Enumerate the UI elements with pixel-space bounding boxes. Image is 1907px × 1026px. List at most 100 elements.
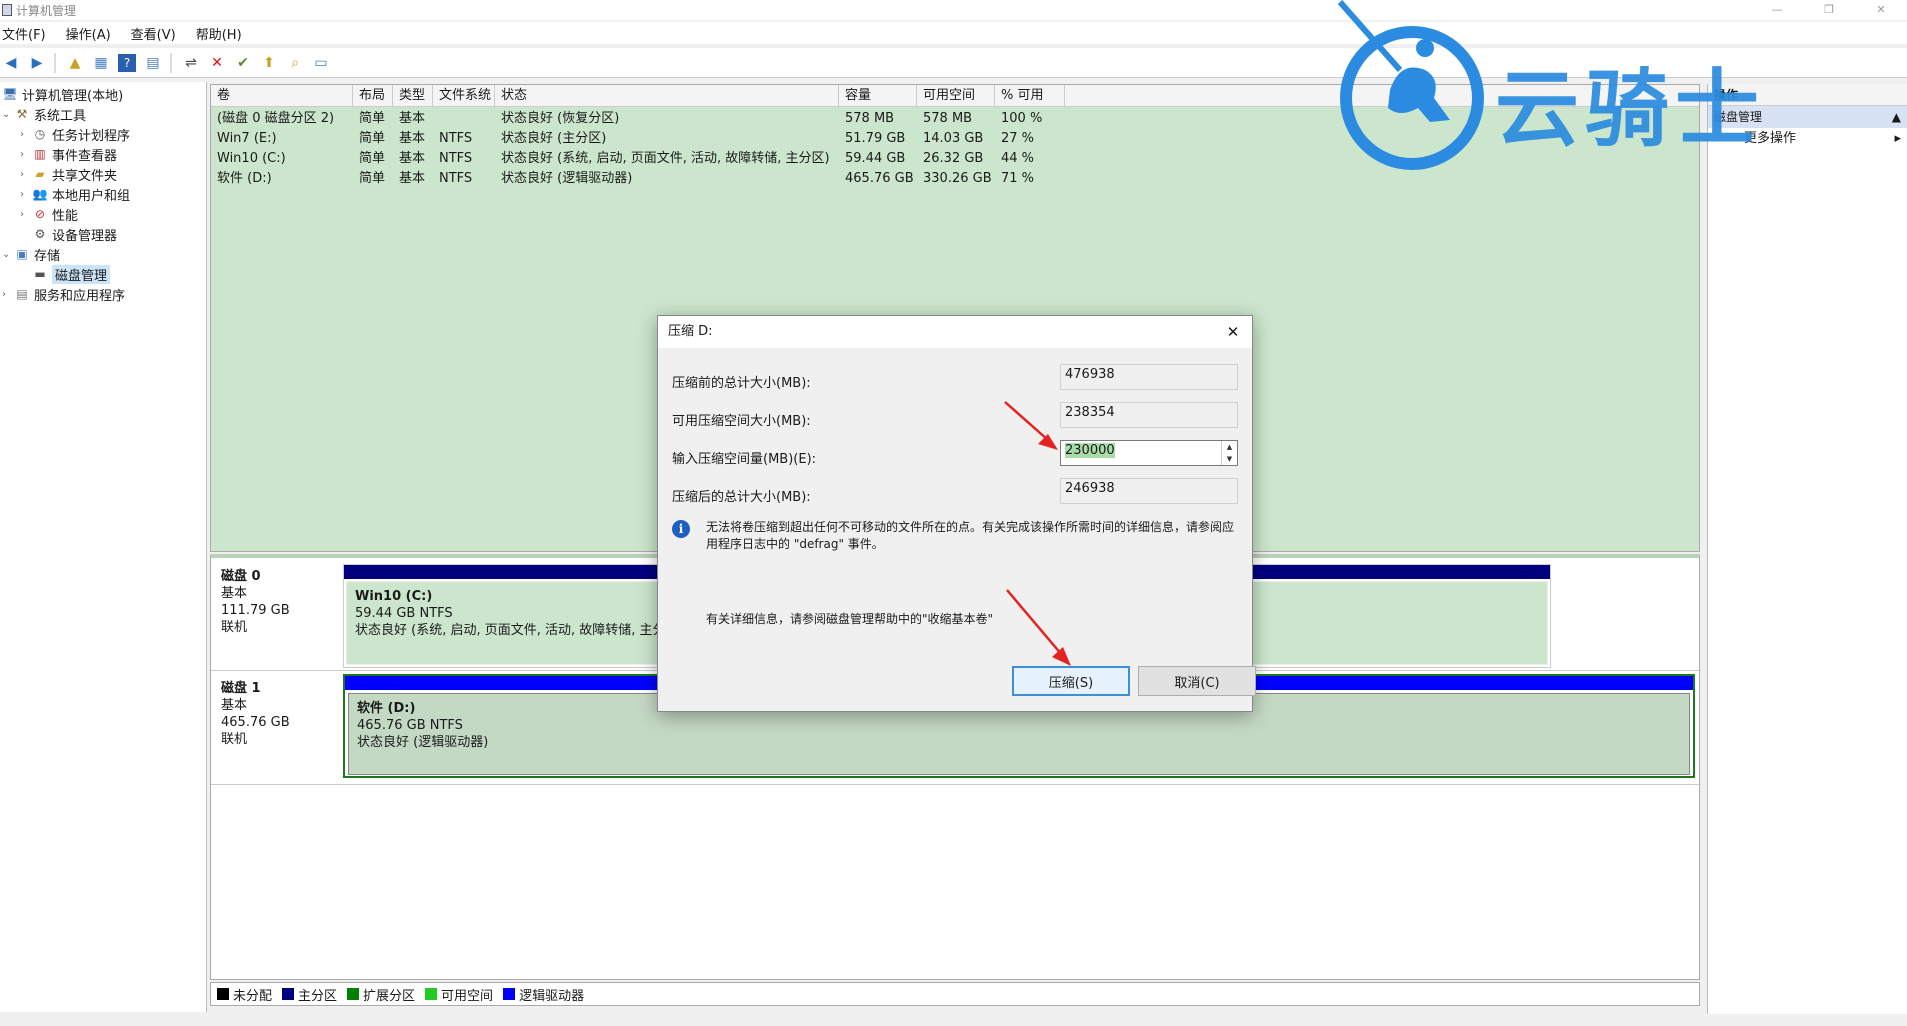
event-log-icon: ▥ — [34, 147, 46, 161]
delete-icon[interactable]: ✕ — [208, 54, 226, 72]
disk-name: 磁盘 0 — [221, 569, 261, 584]
search-folder-icon[interactable]: ⌕ — [286, 54, 304, 72]
tree-node-storage[interactable]: ⌄ ▣ 存储 — [2, 244, 60, 264]
help-icon[interactable]: ? — [118, 53, 136, 72]
device-manager-icon: ⚙ — [34, 227, 46, 241]
performance-icon: ⊘ — [34, 207, 46, 221]
legend-logical: 逻辑驱动器 — [519, 988, 585, 1004]
extended-partition-swatch — [347, 988, 360, 1000]
navigation-tree: 🖥 计算机管理(本地) ⌄ ⚒ 系统工具 › ◷ 任务计划程序 › ▥ 事件查看… — [0, 82, 207, 1012]
menu-help[interactable]: 帮助(H) — [196, 24, 242, 43]
tree-node-shared-folders[interactable]: › ▰ 共享文件夹 — [20, 164, 117, 184]
watermark-text: 云骑士 — [1495, 60, 1766, 158]
menu-view[interactable]: 查看(V) — [131, 24, 176, 43]
chevron-right-icon[interactable]: › — [20, 169, 32, 180]
col-percent-free[interactable]: % 可用 — [995, 85, 1065, 107]
legend-primary: 主分区 — [298, 988, 338, 1004]
watermark-logo: 云骑士 — [1330, 0, 1890, 170]
toolbar-separator — [170, 52, 172, 73]
checklist-icon[interactable]: ✔ — [234, 54, 252, 72]
chevron-right-icon[interactable]: › — [20, 209, 32, 220]
chevron-right-icon[interactable]: › — [2, 289, 14, 300]
window-title: 计算机管理 — [16, 3, 77, 18]
forward-arrow-icon[interactable]: ▶ — [28, 54, 46, 72]
properties-icon[interactable]: ▤ — [144, 54, 162, 72]
computer-icon: 🖥 — [2, 87, 18, 101]
tree-node-performance[interactable]: › ⊘ 性能 — [20, 204, 78, 224]
col-capacity[interactable]: 容量 — [839, 85, 917, 107]
menu-file[interactable]: 文件(F) — [2, 24, 46, 43]
connect-icon[interactable]: ⇌ — [182, 54, 200, 72]
col-status[interactable]: 状态 — [495, 85, 839, 107]
table-row[interactable]: 软件 (D:) 简单 基本 NTFS 状态良好 (逻辑驱动器) 465.76 G… — [211, 169, 1699, 189]
dialog-close-button[interactable]: ✕ — [1220, 316, 1246, 348]
chevron-down-icon[interactable]: ⌄ — [2, 249, 14, 260]
available-field: 238354 — [1060, 402, 1238, 428]
tree-node-device-manager[interactable]: ⚙ 设备管理器 — [32, 224, 117, 244]
tree-node-event-viewer[interactable]: › ▥ 事件查看器 — [20, 144, 117, 164]
shrink-amount-label: 输入压缩空间量(MB)(E): — [672, 452, 817, 467]
actions-pane: 操作 磁盘管理 ▲ 更多操作 ▸ — [1707, 84, 1907, 1014]
col-free-space[interactable]: 可用空间 — [917, 85, 995, 107]
partition-size: 465.76 GB NTFS — [357, 718, 463, 733]
tree-node-local-users[interactable]: › 👥 本地用户和组 — [20, 184, 130, 204]
free-space-swatch — [425, 988, 438, 1000]
disk-management-icon: ▬ — [34, 267, 46, 281]
unallocated-swatch — [217, 988, 229, 1000]
tree-node-system-tools[interactable]: ⌄ ⚒ 系统工具 — [2, 104, 86, 124]
tree-node-root[interactable]: 🖥 计算机管理(本地) — [2, 84, 123, 104]
col-filesystem[interactable]: 文件系统 — [433, 85, 495, 107]
cancel-button[interactable]: 取消(C) — [1138, 666, 1256, 696]
back-arrow-icon[interactable]: ◀ — [2, 54, 20, 72]
disk-0-label[interactable]: 磁盘 0 基本 111.79 GB 联机 — [211, 568, 339, 636]
services-icon: ▤ — [16, 287, 28, 301]
tree-node-task-scheduler[interactable]: › ◷ 任务计划程序 — [20, 124, 130, 144]
tree-node-disk-management[interactable]: ▬ 磁盘管理 — [32, 264, 111, 284]
disk-size: 111.79 GB — [221, 603, 290, 618]
disk-type: 基本 — [221, 586, 248, 601]
logical-drive-swatch — [503, 988, 516, 1000]
disk-size: 465.76 GB — [221, 715, 290, 730]
shrink-button[interactable]: 压缩(S) — [1012, 666, 1130, 696]
spinner-arrows-icon[interactable]: ▲ ▼ — [1221, 441, 1237, 465]
up-folder-icon[interactable]: ▲ — [66, 54, 84, 72]
shrink-dialog: 压缩 D: ✕ 压缩前的总计大小(MB): 476938 可用压缩空间大小(MB… — [657, 315, 1256, 712]
clock-icon: ◷ — [34, 127, 46, 141]
more-options-icon[interactable]: ▭ — [312, 54, 330, 72]
help-reference-text: 有关详细信息，请参阅磁盘管理帮助中的"收缩基本卷" — [706, 612, 994, 626]
disk-1-label[interactable]: 磁盘 1 基本 465.76 GB 联机 — [211, 680, 339, 748]
chevron-right-icon[interactable]: › — [20, 189, 32, 200]
primary-partition-swatch — [282, 988, 295, 1000]
shrink-amount-value: 230000 — [1065, 443, 1115, 458]
total-before-label: 压缩前的总计大小(MB): — [672, 376, 811, 391]
shrink-amount-input[interactable]: 230000 ▲ ▼ — [1060, 440, 1238, 466]
info-icon: i — [672, 520, 690, 538]
tools-icon: ⚒ — [16, 107, 28, 121]
menu-action[interactable]: 操作(A) — [66, 24, 111, 43]
col-volume[interactable]: 卷 — [211, 85, 353, 107]
tree-node-services[interactable]: › ▤ 服务和应用程序 — [2, 284, 125, 304]
total-before-field: 476938 — [1060, 364, 1238, 390]
legend: 未分配 主分区 扩展分区 可用空间 逻辑驱动器 — [210, 982, 1700, 1006]
legend-free-space: 可用空间 — [441, 988, 494, 1004]
disk-name: 磁盘 1 — [221, 681, 261, 696]
users-icon: 👥 — [32, 187, 48, 201]
toolbar-separator — [54, 52, 56, 73]
dialog-title: 压缩 D: — [658, 316, 1252, 348]
total-after-field: 246938 — [1060, 478, 1238, 504]
storage-icon: ▣ — [16, 247, 28, 261]
col-layout[interactable]: 布局 — [353, 85, 393, 107]
partition-status: 状态良好 (逻辑驱动器) — [357, 735, 489, 750]
chevron-down-icon[interactable]: ⌄ — [2, 109, 14, 120]
export-icon[interactable]: ⬆ — [260, 54, 278, 72]
collapse-up-icon[interactable]: ▲ — [1892, 106, 1901, 128]
col-type[interactable]: 类型 — [393, 85, 433, 107]
chevron-right-icon: ▸ — [1894, 131, 1901, 146]
legend-extended: 扩展分区 — [363, 988, 416, 1004]
info-message: 无法将卷压缩到超出任何不可移动的文件所在的点。有关完成该操作所需时间的详细信息，… — [706, 520, 1235, 551]
show-hide-tree-icon[interactable]: ▦ — [92, 54, 110, 72]
chevron-right-icon[interactable]: › — [20, 149, 32, 160]
shared-folder-icon: ▰ — [35, 167, 45, 181]
computer-management-icon — [2, 4, 12, 16]
chevron-right-icon[interactable]: › — [20, 129, 32, 140]
